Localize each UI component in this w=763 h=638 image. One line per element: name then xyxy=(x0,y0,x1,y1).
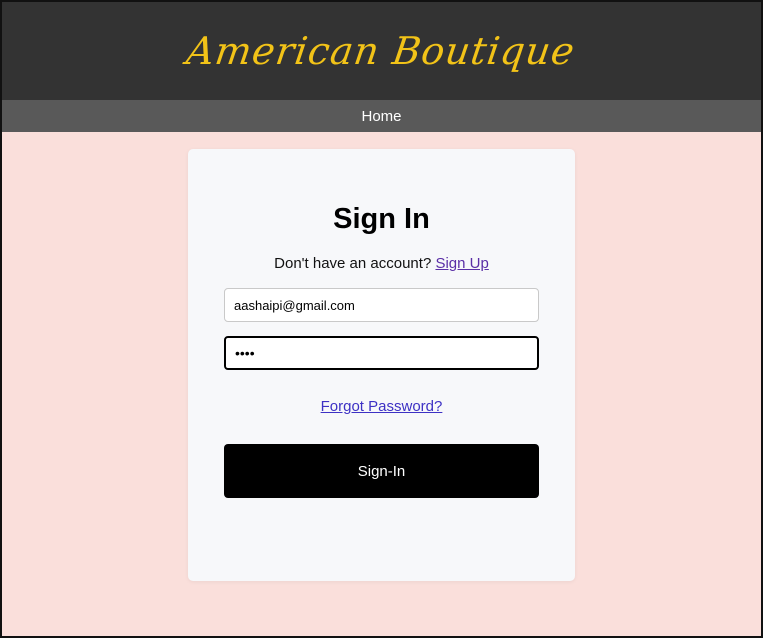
page: American Boutique Home Sign In Don't hav… xyxy=(0,0,763,638)
signin-card: Sign In Don't have an account? Sign Up F… xyxy=(188,149,575,581)
site-header: American Boutique xyxy=(2,2,761,100)
signup-prompt: Don't have an account? Sign Up xyxy=(188,255,575,272)
page-title: Sign In xyxy=(333,203,430,235)
password-field[interactable] xyxy=(224,336,539,370)
signin-button[interactable]: Sign-In xyxy=(224,444,539,498)
forgot-password-link[interactable]: Forgot Password? xyxy=(188,398,575,415)
signup-link[interactable]: Sign Up xyxy=(435,255,488,272)
brand-logo[interactable]: American Boutique xyxy=(184,29,578,73)
nav-bar: Home xyxy=(2,100,761,132)
nav-home-link[interactable]: Home xyxy=(361,108,401,125)
signup-prompt-text: Don't have an account? xyxy=(274,255,432,272)
email-field[interactable] xyxy=(224,288,539,322)
